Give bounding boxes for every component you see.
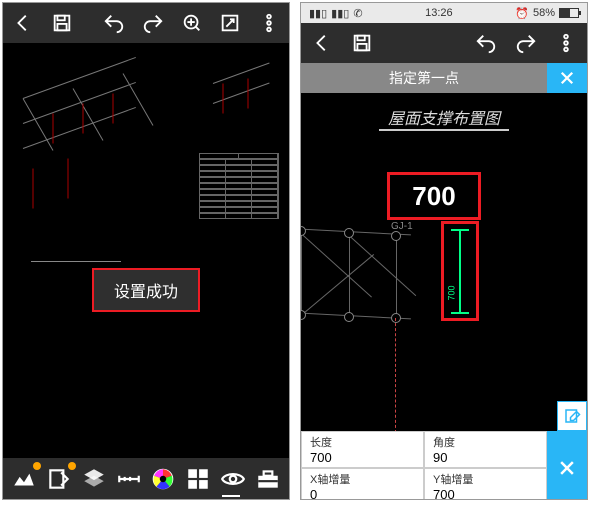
back-icon[interactable] [309,30,335,56]
angle-value: 90 [433,450,538,465]
length-cell[interactable]: 长度 700 [301,431,424,468]
alarm-icon: ⏰ [515,7,529,20]
zoom-extents-icon[interactable] [179,10,204,36]
member-label: GJ-1 [391,221,413,232]
more-icon[interactable] [553,30,579,56]
dx-cell[interactable]: X轴增量 0 [301,468,424,500]
cad-detail [213,73,283,143]
draw-tool-icon[interactable] [9,464,39,494]
phone-icon: ✆ [353,7,362,20]
save-icon[interactable] [349,30,375,56]
top-toolbar [3,3,289,43]
undo-icon[interactable] [102,10,127,36]
edit-fab-button[interactable] [557,401,587,431]
length-label: 长度 [310,434,415,450]
back-icon[interactable] [11,10,36,36]
redo-icon[interactable] [513,30,539,56]
panel-close-button[interactable] [547,431,587,500]
edit-tool-icon[interactable] [44,464,74,494]
command-prompt-bar: 指定第一点 [301,63,587,93]
fullscreen-icon[interactable] [218,10,243,36]
command-prompt-text: 指定第一点 [301,68,547,88]
toast-message: 设置成功 [92,268,200,312]
signal-icon-2: ▮▮▯ [331,7,349,20]
cad-truss [301,93,587,431]
length-value: 700 [310,450,415,465]
view-icon[interactable] [218,464,248,494]
color-wheel-icon[interactable] [148,464,178,494]
top-toolbar [301,23,587,63]
coordinate-panel: 长度 700 角度 90 X轴增量 0 Y轴增量 700 [301,431,587,500]
cad-table [199,153,279,233]
axis-line [395,318,396,431]
dy-value: 700 [433,487,538,500]
battery-text: 58% [533,7,555,19]
dy-label: Y轴增量 [433,471,538,487]
cad-canvas[interactable]: 设置成功 [3,43,289,458]
toolbox-icon[interactable] [253,464,283,494]
angle-cell[interactable]: 角度 90 [424,431,547,468]
dy-cell[interactable]: Y轴增量 700 [424,468,547,500]
dx-value: 0 [310,487,415,500]
dimension-input[interactable]: 700 [394,178,474,214]
left-screenshot: 设置成功 [2,2,290,500]
dimension-line [459,230,461,314]
cad-canvas[interactable]: 屋面支撑布置图 [301,93,587,431]
signal-icon: ▮▮▯ [309,7,327,20]
grid-icon[interactable] [183,464,213,494]
dx-label: X轴增量 [310,471,415,487]
bottom-toolbar [3,458,289,500]
right-screenshot: ▮▮▯ ▮▮▯ ✆ 13:26 ⏰ 58% [300,2,588,500]
measure-icon[interactable] [114,464,144,494]
status-bar: ▮▮▯ ▮▮▯ ✆ 13:26 ⏰ 58% [301,3,587,23]
redo-icon[interactable] [141,10,166,36]
prompt-close-button[interactable] [547,63,587,93]
angle-label: 角度 [433,434,538,450]
save-icon[interactable] [50,10,75,36]
cad-drawing [23,78,203,198]
battery-icon [559,8,579,18]
undo-icon[interactable] [473,30,499,56]
status-time: 13:26 [363,7,516,19]
layers-icon[interactable] [79,464,109,494]
more-icon[interactable] [256,10,281,36]
dimension-label: 700 [447,285,457,300]
